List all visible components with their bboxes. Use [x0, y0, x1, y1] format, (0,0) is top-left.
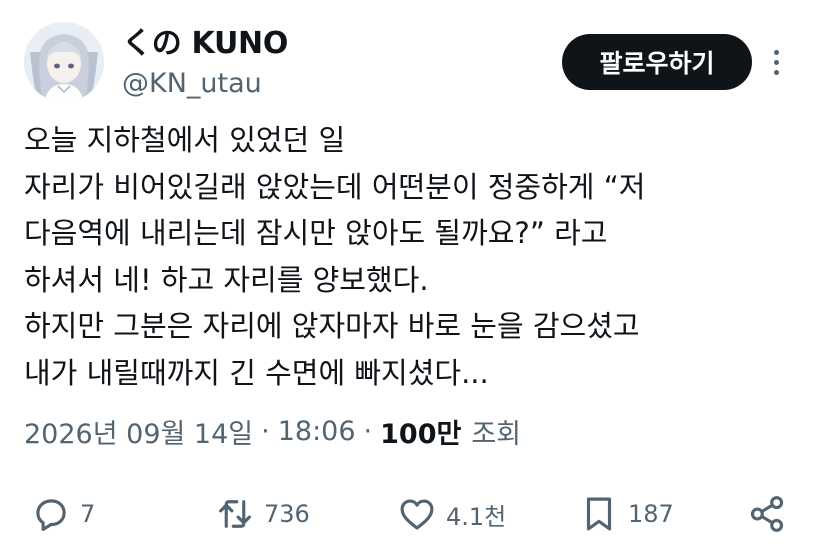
- share-button[interactable]: [746, 486, 788, 542]
- more-vertical-icon[interactable]: [766, 44, 786, 80]
- retweet-button[interactable]: 736: [214, 486, 310, 542]
- views-label[interactable]: 조회: [471, 412, 521, 451]
- bookmark-count: 187: [628, 500, 674, 528]
- user-handle[interactable]: @KN_utau: [122, 68, 262, 99]
- heart-icon: [400, 499, 434, 530]
- tweet-line: 하지만 그분은 자리에 앉자마자 바로 눈을 감으셨고: [24, 309, 640, 343]
- tweet-line: 오늘 지하철에서 있었던 일: [24, 123, 346, 157]
- avatar-image: [24, 22, 104, 102]
- tweet-date[interactable]: 2026년 09월 14일: [24, 412, 253, 451]
- bookmark-button[interactable]: 187: [578, 486, 674, 542]
- reply-button[interactable]: 7: [30, 486, 95, 542]
- like-count: 4.1천: [446, 502, 507, 531]
- tweet-line: 자리가 비어있길래 앉았는데 어떤분이 정중하게 “저: [24, 169, 646, 204]
- views-count[interactable]: 100만: [380, 412, 461, 451]
- meta-separator: ·: [363, 416, 373, 447]
- like-button[interactable]: 4.1천: [396, 486, 506, 542]
- follow-button[interactable]: 팔로우하기: [562, 34, 752, 90]
- retweet-icon: [219, 500, 251, 528]
- bookmark-icon: [586, 497, 612, 531]
- tweet-meta: 2026년 09월 14일 · 18:06 · 100만 조회: [24, 412, 521, 451]
- avatar[interactable]: [24, 22, 104, 102]
- tweet-text: 오늘 지하철에서 있었던 일 자리가 비어있길래 앉았는데 어떤분이 정중하게 …: [24, 117, 804, 396]
- action-bar: 7 736 4.1천 187: [0, 486, 816, 542]
- reply-count: 7: [80, 500, 96, 528]
- retweet-count: 736: [264, 500, 310, 528]
- meta-separator: ·: [261, 416, 270, 447]
- display-name[interactable]: くの KUNO: [122, 18, 288, 62]
- reply-icon: [36, 499, 66, 531]
- tweet-line: 하셔서 네! 하고 자리를 양보했다.: [24, 262, 429, 297]
- tweet-line: 내가 내릴때까지 긴 수면에 빠지셨다...: [24, 355, 489, 390]
- share-icon: [750, 496, 784, 532]
- tweet-line: 다음역에 내리는데 잠시만 앉아도 될까요?” 라고: [24, 216, 608, 250]
- tweet-time[interactable]: 18:06: [278, 416, 356, 447]
